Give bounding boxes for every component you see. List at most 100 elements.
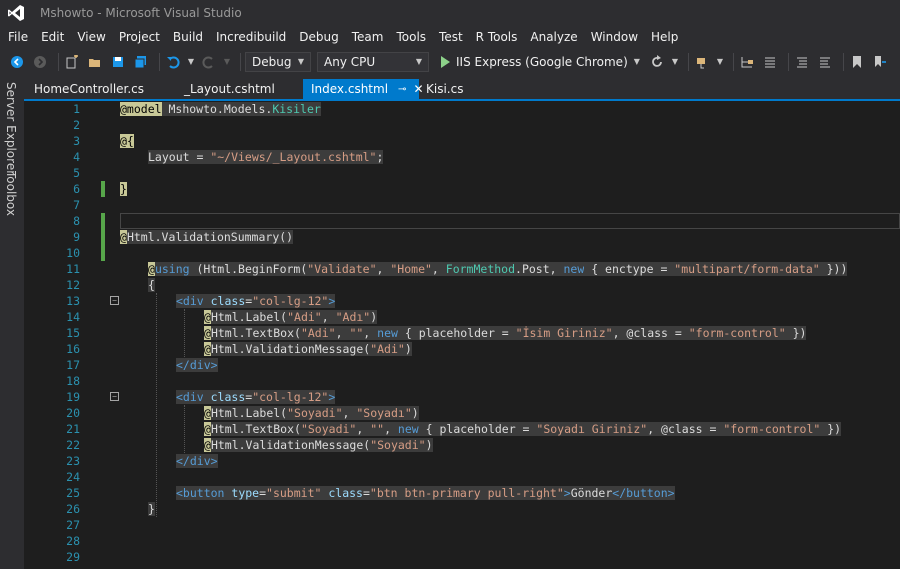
undo-icon[interactable] xyxy=(164,53,182,71)
start-debugging-button[interactable]: IIS Express (Google Chrome) ▼ xyxy=(441,55,640,69)
menu-build[interactable]: Build xyxy=(168,30,211,44)
save-icon[interactable] xyxy=(109,53,127,71)
code-line-11: @using (Html.BeginForm("Validate", "Home… xyxy=(148,262,848,276)
code-line-26: } xyxy=(148,502,155,516)
redo-icon[interactable] xyxy=(200,53,218,71)
menu-window[interactable]: Window xyxy=(586,30,646,44)
line-number: 7 xyxy=(73,198,80,212)
line-number: 14 xyxy=(66,310,80,324)
title-bar: Mshowto - Microsoft Visual Studio xyxy=(0,0,900,26)
browser-link-dropdown-icon[interactable]: ▼ xyxy=(716,53,724,71)
line-number: 19 xyxy=(66,390,80,404)
line-number: 8 xyxy=(73,214,80,228)
menu-file[interactable]: File xyxy=(3,30,36,44)
navigate-back-icon[interactable] xyxy=(8,53,26,71)
code-line-22: @Html.ValidationMessage("Soyadi") xyxy=(204,438,433,452)
code-line-12: { xyxy=(148,278,155,292)
line-number: 12 xyxy=(66,278,80,292)
menu-edit[interactable]: Edit xyxy=(36,30,72,44)
solution-platform-select[interactable]: Any CPU ▼ xyxy=(317,51,429,72)
code-line-20: @Html.Label("Soyadi", "Soyadı") xyxy=(204,406,419,420)
code-line-15: @Html.TextBox("Adi", "", new { placehold… xyxy=(204,326,807,340)
chevron-down-icon[interactable]: ▼ xyxy=(634,57,640,66)
line-number: 28 xyxy=(66,534,80,548)
tab-label: Kisi.cs xyxy=(426,82,464,96)
line-number: 16 xyxy=(66,342,80,356)
uncomment-lines-icon[interactable] xyxy=(816,53,834,71)
menu-tools[interactable]: Tools xyxy=(391,30,434,44)
chevron-down-icon: ▼ xyxy=(415,57,422,66)
properties-icon[interactable] xyxy=(761,53,779,71)
tab-kisi-cs[interactable]: Kisi.cs xyxy=(418,79,488,99)
menu-help[interactable]: Help xyxy=(646,30,686,44)
toolbox-tab[interactable]: Toolbox xyxy=(4,171,18,216)
line-number: 11 xyxy=(66,262,80,276)
menu-r-tools[interactable]: R Tools xyxy=(471,30,526,44)
line-number: 6 xyxy=(73,182,80,196)
code-line-19: <div class="col-lg-12"> xyxy=(176,390,336,404)
solution-explorer-icon[interactable] xyxy=(738,53,756,71)
code-line-16: @Html.ValidationMessage("Adi") xyxy=(204,342,412,356)
line-number: 21 xyxy=(66,422,80,436)
line-number: 15 xyxy=(66,326,80,340)
menu-test[interactable]: Test xyxy=(434,30,471,44)
next-bookmark-icon[interactable] xyxy=(871,53,889,71)
pin-icon[interactable]: ⊸ xyxy=(398,84,406,95)
code-editor[interactable]: − − 1 2 3 4 5 6 7 8 9 10 11 12 13 14 15 … xyxy=(24,101,900,569)
line-number: 2 xyxy=(73,118,80,132)
line-number: 23 xyxy=(66,454,80,468)
line-number: 3 xyxy=(73,134,80,148)
toolbar-separator xyxy=(58,52,59,71)
line-number: 27 xyxy=(66,518,80,532)
toolbar-separator xyxy=(732,52,734,71)
code-line-14: @Html.Label("Adi", "Adı") xyxy=(204,310,378,324)
refresh-dropdown-icon[interactable]: ▼ xyxy=(671,53,679,71)
tab-label: _Layout.cshtml xyxy=(184,82,275,96)
document-tab-strip: HomeController.cs _Layout.cshtml Index.c… xyxy=(24,76,900,100)
solution-platform-value: Any CPU xyxy=(324,54,376,69)
line-number: 26 xyxy=(66,502,80,516)
tab-label: HomeController.cs xyxy=(34,82,145,96)
line-number: 29 xyxy=(66,550,80,564)
new-project-icon[interactable] xyxy=(63,53,81,71)
code-line-17: </div> xyxy=(176,358,218,372)
code-line-23: </div> xyxy=(176,454,218,468)
menu-incredibuild[interactable]: Incredibuild xyxy=(211,30,294,44)
navigate-forward-icon[interactable] xyxy=(31,53,49,71)
open-folder-icon[interactable] xyxy=(86,53,104,71)
toolbar-separator xyxy=(842,52,844,71)
line-number: 4 xyxy=(73,150,80,164)
code-line-9: @Html.ValidationSummary() xyxy=(120,230,294,244)
line-number: 10 xyxy=(66,246,80,260)
solution-configuration-select[interactable]: Debug ▼ xyxy=(245,51,311,72)
refresh-icon[interactable] xyxy=(648,53,666,71)
play-icon xyxy=(441,55,450,68)
window-title: Mshowto - Microsoft Visual Studio xyxy=(40,6,242,20)
code-line-25: <button type="submit" class="btn btn-pri… xyxy=(176,486,675,500)
toolbar-separator xyxy=(687,52,689,71)
tab-homecontroller-cs[interactable]: HomeController.cs xyxy=(26,79,176,99)
bookmark-icon[interactable] xyxy=(848,53,866,71)
toolbar-separator xyxy=(240,52,241,71)
menu-project[interactable]: Project xyxy=(114,30,168,44)
menu-debug[interactable]: Debug xyxy=(294,30,346,44)
line-number: 17 xyxy=(66,358,80,372)
comment-lines-icon[interactable] xyxy=(793,53,811,71)
save-all-icon[interactable] xyxy=(132,53,150,71)
line-number: 25 xyxy=(66,486,80,500)
menu-analyze[interactable]: Analyze xyxy=(525,30,585,44)
code-line-6: } xyxy=(120,182,127,196)
server-explorer-tab[interactable]: Server Explorer xyxy=(4,82,18,175)
line-number: 5 xyxy=(73,166,80,180)
browser-link-icon[interactable] xyxy=(693,53,711,71)
menu-team[interactable]: Team xyxy=(347,30,392,44)
redo-dropdown-icon[interactable]: ▼ xyxy=(223,53,231,71)
tab-index-cshtml[interactable]: Index.cshtml ⊸ ✕ xyxy=(303,79,424,99)
code-line-21: @Html.TextBox("Soyadi", "", new { placeh… xyxy=(204,422,842,436)
tab-layout-cshtml[interactable]: _Layout.cshtml xyxy=(176,79,306,99)
undo-dropdown-icon[interactable]: ▼ xyxy=(187,53,195,71)
line-number: 9 xyxy=(73,230,80,244)
menu-view[interactable]: View xyxy=(72,30,113,44)
code-line-1: @model Mshowto.Models.Kisiler xyxy=(120,102,321,116)
line-number: 22 xyxy=(66,438,80,452)
